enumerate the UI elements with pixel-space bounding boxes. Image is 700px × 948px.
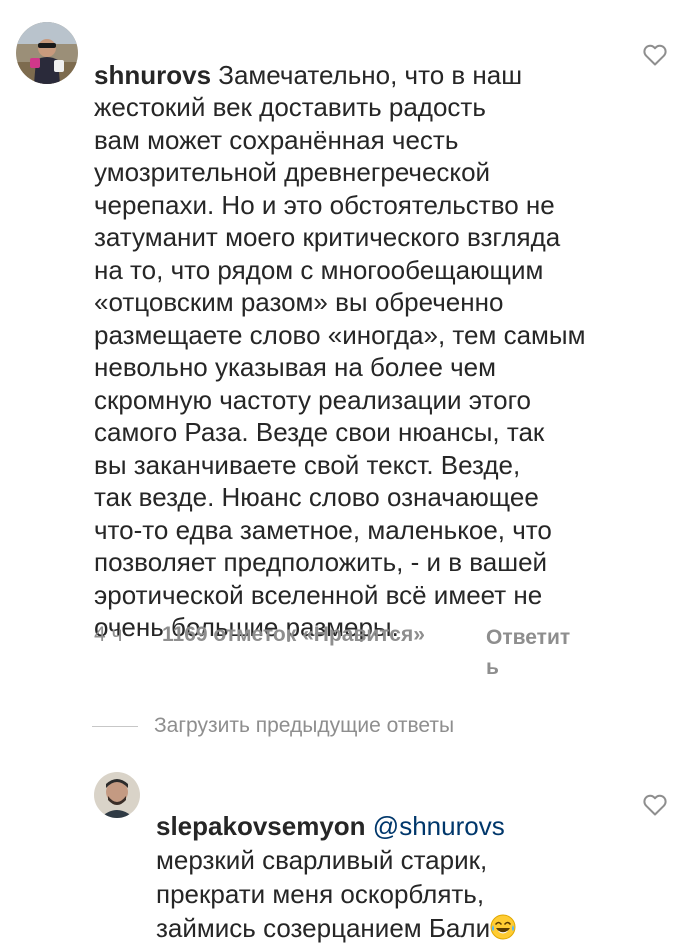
load-previous-label: Загрузить предыдущие ответы (154, 714, 455, 737)
user-avatar-photo (16, 22, 78, 84)
divider (92, 725, 138, 727)
comment-text: shnurovs Замечательно, что в наш жестоки… (94, 59, 586, 643)
face-with-tears-of-joy-icon (490, 914, 516, 940)
user-avatar-photo (94, 772, 140, 818)
comment-time: 4 ч (94, 623, 123, 646)
reply-text: slepakovsemyon @shnurovs мерзкий сварлив… (156, 775, 636, 945)
reply-button[interactable]: Ответить (486, 623, 582, 683)
heart-outline-icon[interactable] (643, 44, 667, 66)
mention-link[interactable]: @shnurovs (373, 811, 505, 841)
avatar[interactable] (16, 22, 78, 84)
avatar[interactable] (94, 772, 140, 818)
load-previous-replies-button[interactable]: Загрузить предыдущие ответы (92, 708, 454, 744)
heart-outline-icon[interactable] (643, 794, 667, 816)
likes-count-button[interactable]: 1169 отметок «Нравится» (162, 623, 425, 647)
reply-username[interactable]: slepakovsemyon (156, 811, 366, 841)
comment-username[interactable]: shnurovs (94, 60, 211, 90)
comment-meta: 4 ч 1169 отметок «Нравится» Ответить (94, 623, 614, 683)
